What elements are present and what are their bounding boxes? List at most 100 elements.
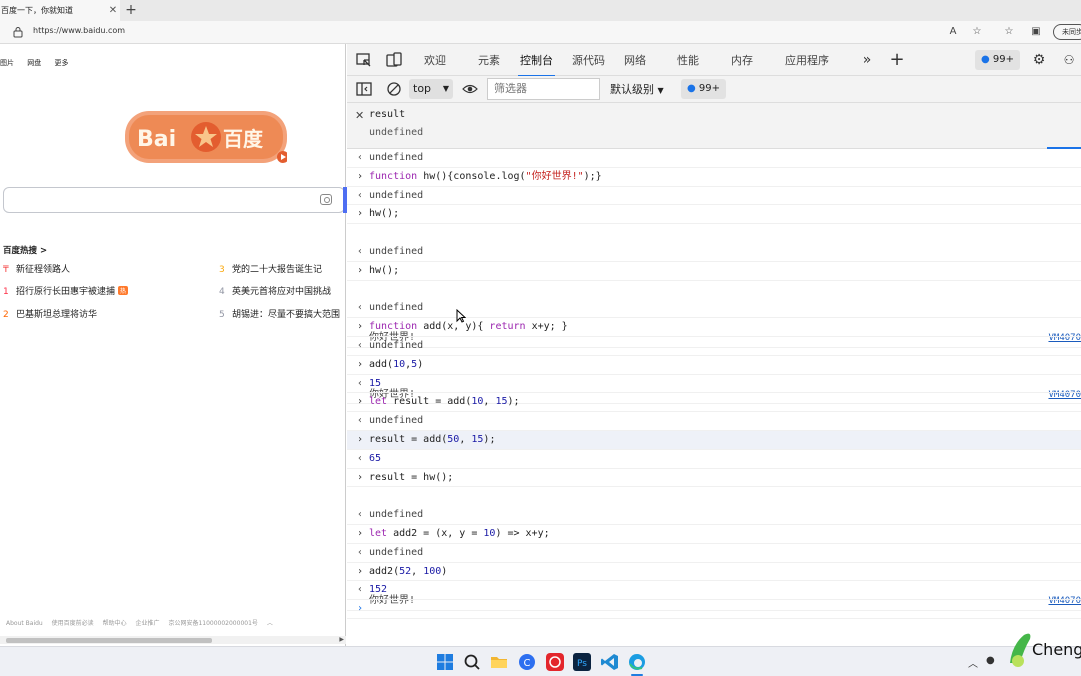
result-chevron-icon: ‹ xyxy=(357,452,364,464)
tab-elements[interactable]: 元素 xyxy=(478,52,500,68)
hot-item[interactable]: 1 招行原行长田惠宇被逮捕热 xyxy=(3,284,129,297)
tab-memory[interactable]: 内存 xyxy=(731,52,753,68)
message-count: 99+ xyxy=(992,54,1015,65)
new-tab-button[interactable]: + xyxy=(123,2,139,18)
input-chevron-icon: › xyxy=(357,471,364,483)
inspect-icon[interactable] xyxy=(355,52,373,68)
code-token: 10 xyxy=(393,358,406,370)
tab-network[interactable]: 网络 xyxy=(624,52,646,68)
tab-console[interactable]: 控制台 xyxy=(518,52,555,77)
edge-browser-icon[interactable] xyxy=(628,653,646,671)
hot-item[interactable]: 4 英美元首将应对中国挑战 xyxy=(219,284,346,297)
vscode-icon[interactable] xyxy=(601,653,619,671)
favorite-add-icon[interactable]: ☆ xyxy=(970,25,984,39)
customize-icon[interactable]: ⚇ xyxy=(1060,52,1078,68)
hot-item-text: 招行原行长田惠宇被逮捕 xyxy=(16,287,116,297)
hot-badge: 热 xyxy=(118,286,129,295)
file-explorer-icon[interactable] xyxy=(490,653,508,671)
tab-performance[interactable]: 性能 xyxy=(677,52,699,68)
console-prompt[interactable]: › xyxy=(347,600,1081,619)
footer-link[interactable]: 企业推广 xyxy=(136,620,160,627)
taskbar: C Ps ︿ ● xyxy=(0,646,1081,676)
baidu-logo[interactable]: Bai 百度 xyxy=(125,111,287,163)
code-token: 100 xyxy=(423,565,442,577)
photoshop-icon[interactable]: Ps xyxy=(573,653,591,671)
microphone-icon[interactable]: ● xyxy=(986,655,995,666)
hot-item[interactable]: ₸ 新征程领路人 xyxy=(3,262,70,275)
sidebar-toggle-icon[interactable] xyxy=(355,81,373,97)
windows-start-icon[interactable] xyxy=(436,653,454,671)
code-token: 52 xyxy=(399,565,412,577)
browser-tab[interactable]: 百度一下，你就知道 ✕ xyxy=(0,0,120,21)
clear-console-icon[interactable] xyxy=(385,81,403,97)
footer-link[interactable]: 京公网安备11000002000001号 xyxy=(168,620,257,627)
tab-welcome[interactable]: 欢迎 xyxy=(424,52,446,68)
tab-sources[interactable]: 源代码 xyxy=(572,52,605,68)
code-token: , xyxy=(459,433,472,445)
code-token: 15 xyxy=(471,433,484,445)
netease-music-icon[interactable] xyxy=(546,653,564,671)
hot-search-title[interactable]: 百度热搜 > xyxy=(3,244,47,256)
screen: 百度一下，你就知道 ✕ + https://www.baidu.com A ☆ … xyxy=(0,0,1081,676)
url-input[interactable]: https://www.baidu.com xyxy=(33,26,125,35)
input-chevron-icon: › xyxy=(357,603,364,615)
issues-badge[interactable]: ● 99+ xyxy=(681,79,727,99)
log-level-dropdown[interactable]: 默认级别 ▼ xyxy=(610,81,664,97)
device-emulation-icon[interactable] xyxy=(385,52,403,68)
brand-text: Cheng xyxy=(1032,640,1081,659)
console-text: add(10,5) xyxy=(369,359,423,370)
message-count-badge[interactable]: ● 99+ xyxy=(975,50,1021,70)
code-token: add(x, y){ xyxy=(417,321,490,333)
close-tab-icon[interactable]: ✕ xyxy=(106,5,120,16)
lock-icon xyxy=(13,27,23,38)
hot-item[interactable]: 3 党的二十大报告诞生记 xyxy=(219,262,322,275)
read-aloud-icon[interactable]: A xyxy=(946,25,960,39)
remove-expression-icon[interactable]: ✕ xyxy=(355,109,364,122)
collections-icon[interactable]: ▣ xyxy=(1029,25,1043,39)
settings-gear-icon[interactable]: ⚙ xyxy=(1030,52,1048,68)
result-chevron-icon: ‹ xyxy=(357,152,364,163)
console-text: add2(52, 100) xyxy=(369,566,447,577)
footer-link[interactable]: 使用百度前必读 xyxy=(52,620,94,627)
filter-input[interactable] xyxy=(487,78,600,100)
console-result-line: ‹ undefined xyxy=(347,149,1081,168)
favorites-icon[interactable]: ☆ xyxy=(1002,25,1016,39)
console-log[interactable]: ‹ undefined › function hw(){console.log("你好… xyxy=(347,149,1081,619)
hot-item[interactable]: 5 胡锡进：尽量不要搞大范围 xyxy=(219,307,346,320)
code-token: ) xyxy=(441,565,448,577)
scrollbar-thumb[interactable] xyxy=(6,638,212,643)
hot-item-rank: 5 xyxy=(219,310,225,320)
tab-application[interactable]: 应用程序 xyxy=(785,52,829,68)
console-text: undefined xyxy=(369,339,424,351)
nav-images[interactable]: 图片 xyxy=(0,59,14,67)
nav-more[interactable]: 更多 xyxy=(54,59,68,67)
context-selector[interactable]: top xyxy=(409,79,453,99)
address-bar: https://www.baidu.com A ☆ ☆ ▣ 未同步 xyxy=(0,21,1081,44)
code-token: 10 xyxy=(483,527,496,539)
browser-tabbar: 百度一下，你就知道 ✕ + xyxy=(0,0,1081,21)
profile-button[interactable]: 未同步 xyxy=(1053,24,1081,40)
scroll-right-icon[interactable]: ▶ xyxy=(339,636,344,643)
chevron-up-icon[interactable]: ︿ xyxy=(267,620,273,627)
horizontal-scrollbar[interactable]: ▶ xyxy=(0,636,346,644)
search-icon[interactable] xyxy=(463,653,481,671)
console-text: undefined xyxy=(369,546,424,558)
add-tab-icon[interactable]: + xyxy=(888,51,906,69)
more-tabs-icon[interactable]: » xyxy=(858,52,876,68)
tab-title: 百度一下，你就知道 xyxy=(1,6,73,15)
nav-pan[interactable]: 网盘 xyxy=(27,59,41,67)
hot-item-text: 英美元首将应对中国挑战 xyxy=(232,287,332,297)
eye-icon[interactable] xyxy=(461,81,479,97)
live-expression-text[interactable]: result xyxy=(369,109,405,120)
code-token: , xyxy=(483,396,496,408)
footer-link[interactable]: About Baidu xyxy=(6,620,43,627)
camera-icon[interactable] xyxy=(320,194,332,205)
console-input-line: › add2(52, 100) xyxy=(347,563,1081,582)
hot-item-rank: 1 xyxy=(3,287,9,297)
footer-link[interactable]: 帮助中心 xyxy=(103,620,127,627)
app-icon-blue[interactable]: C xyxy=(518,653,536,671)
hot-item-rank: 4 xyxy=(219,287,225,297)
hot-item[interactable]: 2 巴基斯坦总理将访华 xyxy=(3,307,97,320)
chevron-up-icon[interactable]: ︿ xyxy=(968,655,978,670)
baidu-search-input[interactable] xyxy=(3,187,345,213)
